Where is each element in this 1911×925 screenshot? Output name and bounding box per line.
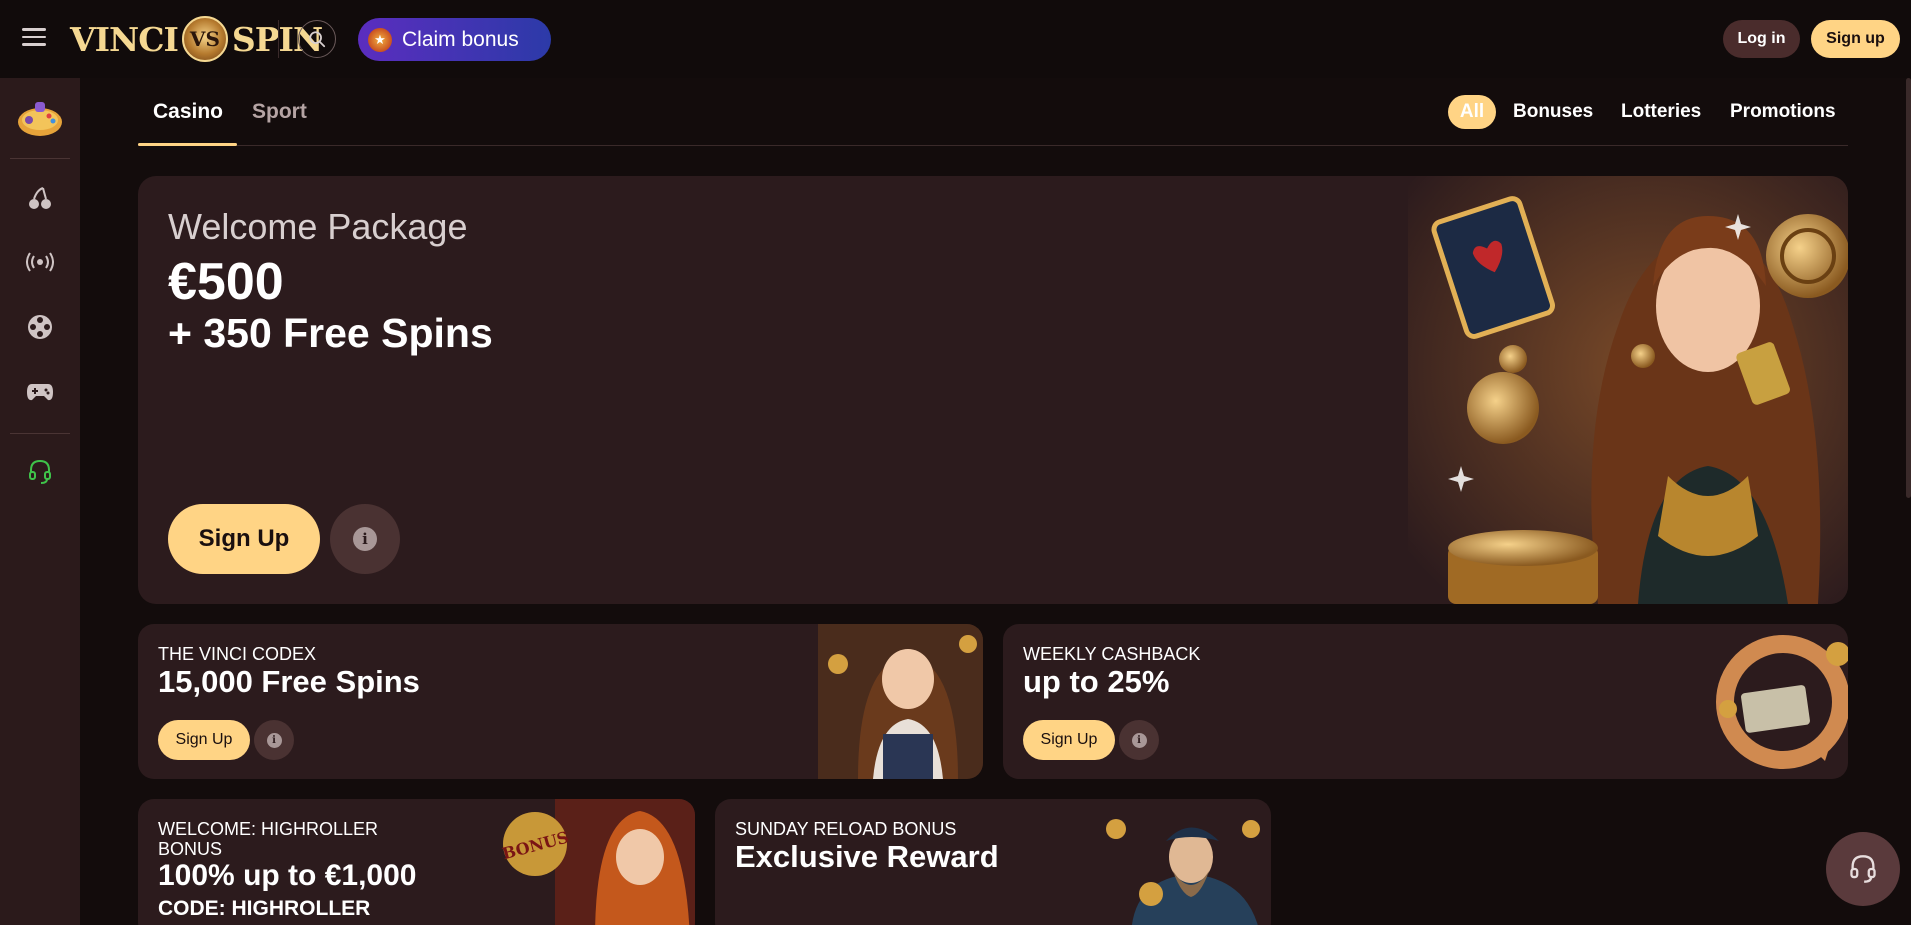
cherry-icon xyxy=(29,187,51,209)
hero-signup-button[interactable]: Sign Up xyxy=(168,504,320,574)
promo-card-highroller: WELCOME: HIGHROLLER BONUS 100% up to €1,… xyxy=(138,799,695,925)
card-kicker: THE VINCI CODEX xyxy=(158,644,317,664)
hero-amount: €500 xyxy=(168,253,284,311)
tab-casino[interactable]: Casino xyxy=(153,100,223,124)
page-scrollbar[interactable] xyxy=(1906,78,1911,498)
login-button[interactable]: Log in xyxy=(1723,20,1800,58)
sidebar-item-slots[interactable] xyxy=(20,178,60,218)
filter-all[interactable]: All xyxy=(1448,95,1496,129)
top-header: VINCI VS SPIN ★ Claim bonus Log in Sign … xyxy=(0,0,1911,78)
gamepad-avatar-icon xyxy=(18,102,62,136)
logo[interactable]: VINCI VS SPIN xyxy=(70,12,323,66)
filter-promotions[interactable]: Promotions xyxy=(1730,101,1836,123)
logo-emblem-icon: VS xyxy=(181,16,228,62)
promo-card-weekly-cashback: WEEKLY CASHBACK up to 25% Sign Up i xyxy=(1003,624,1848,779)
sunday-reload-illustration xyxy=(1106,819,1260,925)
live-broadcast-icon xyxy=(26,252,54,272)
active-tab-indicator xyxy=(138,143,237,146)
card-kicker: SUNDAY RELOAD BONUS xyxy=(735,819,957,839)
headset-icon xyxy=(29,459,51,484)
card-signup-button[interactable]: Sign Up xyxy=(1023,720,1115,760)
info-icon: i xyxy=(353,527,377,551)
sidebar-item-games[interactable] xyxy=(20,372,60,412)
support-chat-button[interactable] xyxy=(1826,832,1900,906)
tab-sport[interactable]: Sport xyxy=(252,100,307,124)
card-title: Exclusive Reward xyxy=(735,839,999,874)
card-signup-button[interactable]: Sign Up xyxy=(158,720,250,760)
claim-bonus-button[interactable]: ★ Claim bonus xyxy=(358,18,551,61)
sidebar-separator xyxy=(10,158,70,159)
card-info-button[interactable]: i xyxy=(254,720,294,760)
card-title: 100% up to €1,000 xyxy=(158,859,417,892)
sidebar-item-support[interactable] xyxy=(20,452,60,492)
menu-icon[interactable] xyxy=(22,28,46,48)
hero-info-button[interactable]: i xyxy=(330,504,400,574)
info-icon: i xyxy=(1131,732,1147,748)
search-icon xyxy=(309,31,326,48)
gift-icon: ★ xyxy=(368,27,392,52)
card-promo-code: CODE: HIGHROLLER xyxy=(158,897,371,920)
logo-text-left: VINCI xyxy=(70,19,179,59)
cashback-illustration xyxy=(1716,635,1848,769)
sidebar-item-games-avatar[interactable] xyxy=(14,94,66,142)
welcome-package-banner: Welcome Package €500 + 350 Free Spins Si… xyxy=(138,176,1848,604)
signup-button[interactable]: Sign up xyxy=(1811,20,1900,58)
sidebar-item-live[interactable] xyxy=(20,242,60,282)
hero-subtitle: Welcome Package xyxy=(168,206,468,247)
promo-card-vinci-codex: THE VINCI CODEX 15,000 Free Spins Sign U… xyxy=(138,624,983,779)
vinci-codex-illustration xyxy=(818,624,983,779)
promo-card-sunday-reload: SUNDAY RELOAD BONUS Exclusive Reward xyxy=(715,799,1271,925)
film-reel-icon xyxy=(28,315,52,339)
highroller-illustration: BONUS xyxy=(500,799,695,925)
info-icon: i xyxy=(266,732,282,748)
card-info-button[interactable]: i xyxy=(1119,720,1159,760)
card-title: 15,000 Free Spins xyxy=(158,664,420,699)
tabs-divider xyxy=(138,145,1848,146)
card-title: up to 25% xyxy=(1023,664,1170,699)
header-divider xyxy=(278,20,279,58)
headset-icon xyxy=(1850,855,1876,883)
sidebar xyxy=(0,78,80,925)
filter-lotteries[interactable]: Lotteries xyxy=(1621,101,1701,123)
hero-illustration xyxy=(1408,176,1848,604)
gamepad-icon xyxy=(27,384,53,401)
sidebar-item-movies[interactable] xyxy=(20,307,60,347)
filter-bonuses[interactable]: Bonuses xyxy=(1513,101,1593,123)
hero-free-spins: + 350 Free Spins xyxy=(168,310,493,356)
card-kicker: WEEKLY CASHBACK xyxy=(1023,644,1201,664)
claim-bonus-label: Claim bonus xyxy=(402,27,519,51)
card-kicker: WELCOME: HIGHROLLER BONUS xyxy=(158,819,379,859)
sidebar-separator xyxy=(10,433,70,434)
search-button[interactable] xyxy=(298,20,336,58)
